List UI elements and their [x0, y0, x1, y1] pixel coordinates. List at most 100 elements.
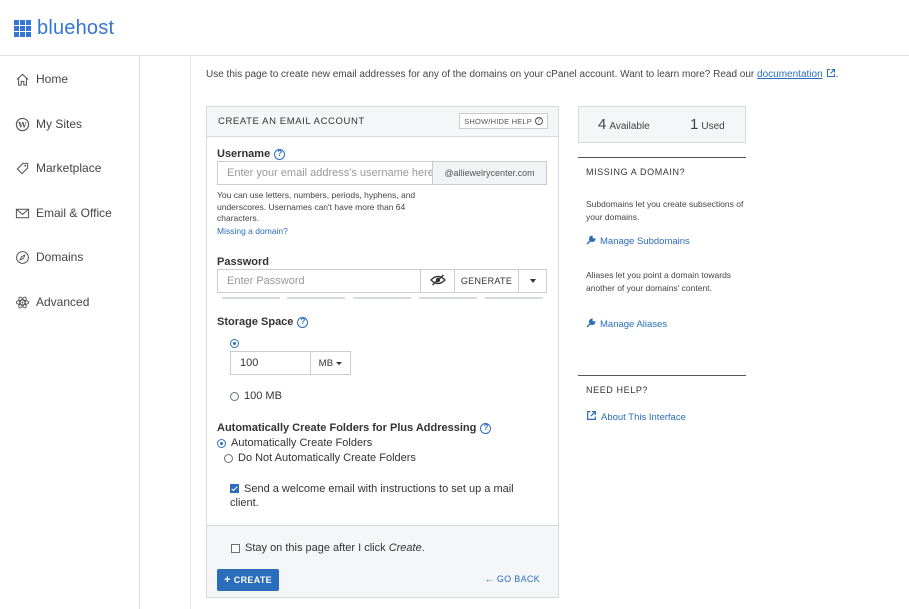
manage-subdomains-label: Manage Subdomains [600, 236, 690, 247]
generate-label: GENERATE [460, 276, 513, 286]
caret-down-icon [529, 279, 536, 283]
help-toggle-label: SHOW/HIDE HELP [464, 116, 532, 126]
about-interface-label: About This Interface [601, 411, 686, 423]
stay-on-page-checkbox[interactable]: Stay on this page after I click Create. [231, 542, 425, 554]
radio-selected-icon [217, 438, 226, 448]
intro-text: Use this page to create new email addres… [206, 68, 838, 81]
plus-icon: + [224, 574, 231, 586]
section-divider [578, 157, 746, 158]
show-hide-help-button[interactable]: SHOW/HIDE HELP ? [459, 113, 548, 129]
wordpress-icon: W [14, 116, 30, 132]
missing-domain-heading: MISSING A DOMAIN? [586, 167, 686, 177]
svg-text:W: W [17, 120, 27, 129]
username-hint: You can use letters, numbers, periods, h… [217, 190, 416, 223]
logo-text: bluehost [37, 17, 115, 39]
toggle-password-visibility-button[interactable] [420, 269, 455, 293]
grid-icon [14, 20, 31, 37]
storage-unit: MB [318, 357, 334, 369]
welcome-email-text: Send a welcome email with instructions t… [230, 482, 514, 510]
content-divider [190, 56, 191, 609]
strength-segment-5 [485, 297, 543, 299]
plus-addressing-label-text: Automatically Create Folders for Plus Ad… [217, 422, 477, 434]
storage-label-text: Storage Space [217, 316, 294, 328]
documentation-link[interactable]: documentation [757, 69, 823, 80]
go-back-link[interactable]: ← GO BACK [485, 574, 540, 584]
account-stats: 4 Available 1 Used [578, 106, 746, 143]
top-bar: bluehost [0, 0, 909, 56]
storage-custom-radio[interactable] [230, 339, 244, 348]
storage-unit-select[interactable]: MB [310, 351, 351, 375]
strength-segment-1 [222, 297, 280, 299]
stay-emph: Create [388, 542, 422, 554]
sidebar-item-label: Marketplace [36, 161, 102, 175]
sidebar-item-label: Domains [36, 250, 84, 264]
wrench-icon [586, 318, 600, 331]
domain-select[interactable]: @alliewelrycenter.com [432, 161, 547, 185]
generate-password-button[interactable]: GENERATE [454, 269, 519, 293]
about-interface-link[interactable]: About This Interface [586, 410, 686, 424]
storage-value: 100 [240, 357, 259, 369]
external-link-icon [826, 68, 836, 81]
no-auto-folders-label: Do Not Automatically Create Folders [238, 452, 416, 464]
panel-footer: Stay on this page after I click Create. … [207, 525, 558, 597]
sidebar-item-label: My Sites [36, 117, 83, 131]
plus-addressing-label: Automatically Create Folders for Plus Ad… [217, 422, 492, 434]
used-count: 1 [690, 116, 699, 133]
section-divider [578, 375, 746, 376]
manage-subdomains-link[interactable]: Manage Subdomains [586, 235, 690, 248]
missing-domain-link[interactable]: Missing a domain? [217, 226, 288, 238]
sidebar-item-label: Advanced [36, 295, 90, 309]
manage-aliases-label: Manage Aliases [600, 319, 668, 330]
sidebar-item-email-office[interactable]: Email & Office [14, 205, 112, 221]
strength-segment-2 [287, 297, 345, 299]
sidebar-item-marketplace[interactable]: Marketplace [14, 160, 101, 176]
password-input[interactable]: Enter Password [217, 269, 421, 293]
welcome-email-checkbox[interactable]: Send a welcome email with instructions t… [230, 482, 514, 510]
storage-help-icon[interactable]: ? [297, 316, 309, 328]
manage-aliases-link[interactable]: Manage Aliases [586, 318, 667, 331]
storage-fixed-label: 100 MB [244, 390, 282, 402]
username-help-icon[interactable]: ? [274, 148, 286, 160]
arrow-left-icon: ← [484, 574, 495, 584]
wrench-icon [586, 235, 600, 248]
storage-fixed-radio[interactable]: 100 MB [230, 390, 282, 402]
panel-title: CREATE AN EMAIL ACCOUNT [218, 116, 365, 127]
auto-folders-label: Automatically Create Folders [231, 437, 373, 449]
username-label: Username ? [217, 148, 286, 160]
radio-unselected-icon [224, 453, 233, 463]
envelope-icon [14, 205, 30, 221]
external-link-icon [586, 410, 601, 424]
welcome-line-1: Send a welcome email with instructions t… [244, 483, 514, 495]
sidebar-item-domains[interactable]: Domains [14, 249, 83, 265]
sidebar [0, 56, 140, 609]
domain-value: @alliewelrycenter.com [444, 168, 535, 178]
strength-segment-3 [353, 297, 411, 299]
auto-folders-radio[interactable]: Automatically Create Folders [217, 437, 372, 449]
strength-segment-4 [419, 297, 477, 299]
question-icon: ? [535, 117, 543, 125]
plus-addressing-help-icon[interactable]: ? [480, 422, 492, 434]
sidebar-item-home[interactable]: Home [14, 71, 68, 87]
username-input[interactable]: Enter your email address's username here… [217, 161, 433, 185]
sidebar-item-advanced[interactable]: Advanced [14, 294, 89, 310]
bluehost-logo[interactable]: bluehost [14, 17, 114, 40]
password-label-text: Password [217, 256, 269, 268]
sidebar-item-my-sites[interactable]: W My Sites [14, 116, 82, 132]
sidebar-item-label: Email & Office [36, 206, 112, 220]
radio-selected-icon [230, 339, 239, 348]
stay-end: . [421, 542, 425, 554]
generate-options-dropdown[interactable] [518, 269, 547, 293]
no-auto-folders-radio[interactable]: Do Not Automatically Create Folders [224, 452, 416, 464]
checkbox-unchecked-icon [231, 543, 240, 553]
storage-label: Storage Space ? [217, 316, 309, 328]
create-label: CREATE [233, 575, 272, 585]
password-placeholder: Enter Password [227, 275, 305, 287]
intro-end: . [835, 69, 839, 81]
welcome-line-2: client. [230, 497, 259, 509]
storage-value-input[interactable]: 100 [230, 351, 311, 375]
checkbox-checked-icon [230, 484, 239, 493]
caret-down-icon [336, 361, 343, 365]
atom-icon [14, 294, 30, 310]
available-stat: 4 Available [598, 116, 650, 133]
create-button[interactable]: + CREATE [217, 569, 279, 591]
